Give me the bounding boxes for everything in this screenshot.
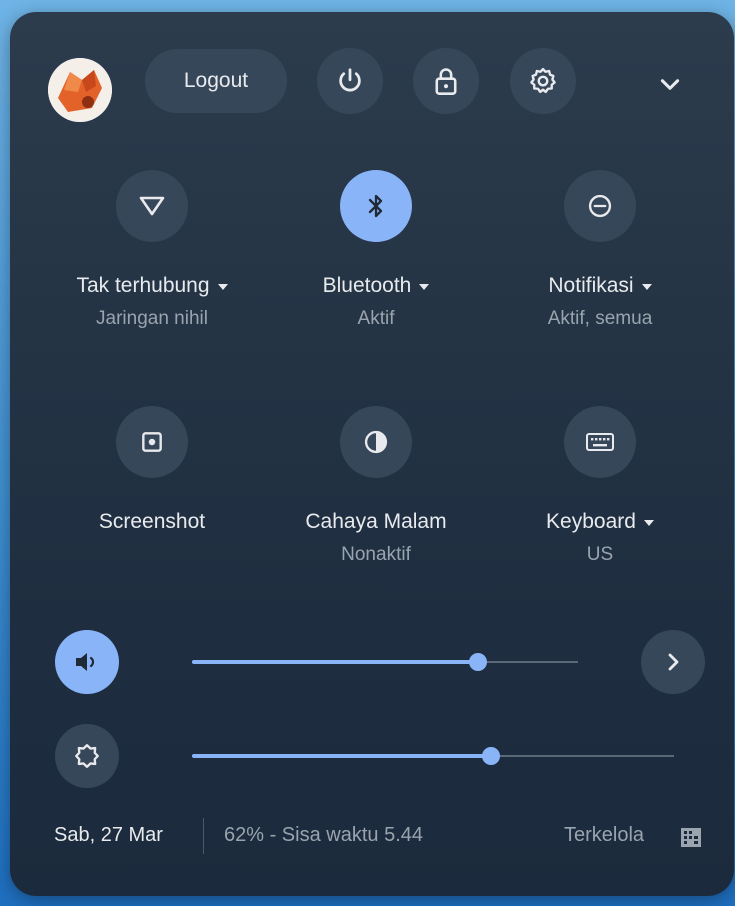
- brightness-slider-thumb[interactable]: [482, 747, 500, 765]
- volume-slider[interactable]: [192, 653, 578, 671]
- volume-slider-fill: [192, 660, 478, 664]
- power-icon: [339, 68, 361, 92]
- tile-keyboard: Keyboard US: [490, 406, 710, 566]
- keyboard-toggle[interactable]: [564, 406, 636, 478]
- network-menu[interactable]: Tak terhubung: [42, 274, 262, 298]
- gear-icon: [530, 67, 556, 94]
- screenshot-toggle[interactable]: [116, 406, 188, 478]
- tile-status: US: [586, 544, 614, 565]
- collapse-button[interactable]: [650, 64, 690, 104]
- lock-icon: [435, 68, 457, 95]
- tile-label: Cahaya Malam: [305, 510, 447, 533]
- user-avatar[interactable]: [48, 58, 112, 122]
- tile-status: Jaringan nihil: [96, 308, 208, 329]
- audio-settings-button[interactable]: [641, 630, 705, 694]
- tile-label: Bluetooth: [322, 274, 412, 297]
- tile-status: Aktif, semua: [547, 308, 653, 329]
- footer-divider: [203, 818, 204, 854]
- caret-down-icon: [217, 284, 228, 290]
- network-toggle[interactable]: [116, 170, 188, 242]
- tile-label: Keyboard: [546, 510, 636, 533]
- notifications-toggle[interactable]: [564, 170, 636, 242]
- tile-status: Nonaktif: [341, 544, 411, 565]
- tile-status: Aktif: [357, 308, 395, 329]
- night-light-icon: [364, 430, 388, 454]
- chevron-right-icon: [668, 653, 679, 671]
- brightness-button[interactable]: [55, 724, 119, 788]
- night-light-toggle[interactable]: [340, 406, 412, 478]
- tile-bluetooth: Bluetooth Aktif: [266, 170, 486, 330]
- volume-icon: [76, 653, 95, 671]
- lock-button[interactable]: [413, 48, 479, 114]
- bluetooth-toggle[interactable]: [340, 170, 412, 242]
- brightness-icon: [75, 744, 99, 768]
- quick-settings-panel: Logout Tak terhubung Jaringan nihil Blue…: [10, 12, 734, 896]
- tile-network: Tak terhubung Jaringan nihil: [42, 170, 262, 330]
- keyboard-menu[interactable]: Keyboard: [490, 510, 710, 534]
- caret-down-icon: [643, 520, 654, 526]
- notifications-menu[interactable]: Notifikasi: [490, 274, 710, 298]
- bluetooth-icon: [368, 194, 383, 218]
- date-label[interactable]: Sab, 27 Mar: [54, 824, 163, 847]
- do-not-disturb-icon: [588, 194, 612, 218]
- keyboard-icon: [586, 433, 614, 451]
- chevron-down-icon: [660, 79, 680, 90]
- tile-night-light: Cahaya Malam Nonaktif: [266, 406, 486, 566]
- caret-down-icon: [641, 284, 652, 290]
- screenshot-label[interactable]: Screenshot: [42, 510, 262, 534]
- volume-slider-thumb[interactable]: [469, 653, 487, 671]
- tile-screenshot: Screenshot: [42, 406, 262, 534]
- enterprise-building-icon: [681, 828, 701, 847]
- managed-label[interactable]: Terkelola: [564, 824, 644, 847]
- brightness-slider-fill: [192, 754, 491, 758]
- bluetooth-menu[interactable]: Bluetooth: [266, 274, 486, 298]
- wifi-off-icon: [139, 196, 165, 216]
- battery-status[interactable]: 62% - Sisa waktu 5.44: [224, 824, 423, 847]
- tile-label: Tak terhubung: [76, 274, 210, 297]
- tile-label: Notifikasi: [548, 274, 634, 297]
- caret-down-icon: [419, 284, 430, 290]
- power-button[interactable]: [317, 48, 383, 114]
- settings-button[interactable]: [510, 48, 576, 114]
- screenshot-icon: [142, 432, 162, 452]
- brightness-slider[interactable]: [192, 747, 674, 765]
- tile-notifications: Notifikasi Aktif, semua: [490, 170, 710, 330]
- night-light-label[interactable]: Cahaya Malam: [266, 510, 486, 534]
- volume-mute-button[interactable]: [55, 630, 119, 694]
- tile-label: Screenshot: [98, 510, 206, 533]
- logout-button[interactable]: Logout: [145, 49, 287, 113]
